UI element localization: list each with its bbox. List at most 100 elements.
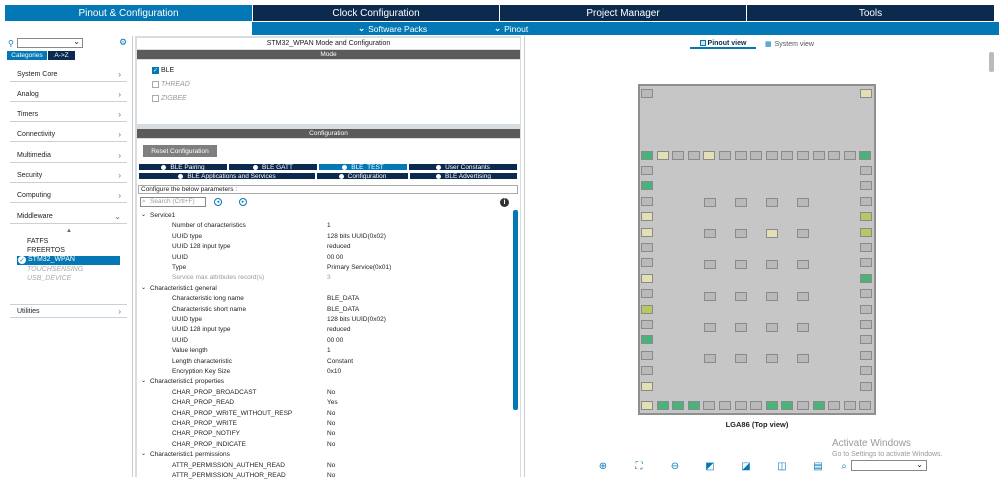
- pin[interactable]: [828, 151, 841, 160]
- category-connectivity[interactable]: Connectivity ›: [10, 128, 127, 142]
- pin[interactable]: [703, 151, 716, 160]
- pin[interactable]: [797, 323, 809, 332]
- pin[interactable]: [641, 151, 653, 160]
- category-utilities[interactable]: Utilities ›: [10, 304, 127, 318]
- pin[interactable]: [719, 401, 731, 410]
- pin[interactable]: [672, 151, 685, 160]
- pin[interactable]: [812, 401, 825, 410]
- pin[interactable]: [672, 401, 685, 410]
- param-row[interactable]: UUID 00 00: [138, 336, 511, 346]
- pin[interactable]: [860, 304, 872, 314]
- param-row[interactable]: UUID 00 00: [138, 253, 511, 263]
- pin[interactable]: [860, 166, 872, 175]
- middleware-touchsensing[interactable]: TOUCHSENSING: [27, 266, 83, 273]
- pin[interactable]: [812, 151, 825, 160]
- zoom-in-icon[interactable]: ⊕: [597, 460, 609, 472]
- pin[interactable]: [860, 366, 872, 376]
- tab-user-constants[interactable]: User Constants: [408, 163, 518, 171]
- tab-ble-applications-services[interactable]: BLE Applications and Services: [138, 172, 316, 180]
- pin[interactable]: [735, 260, 747, 269]
- pin[interactable]: [860, 227, 872, 237]
- pin[interactable]: [765, 151, 778, 160]
- search-icon[interactable]: ⌕: [838, 460, 850, 472]
- category-analog[interactable]: Analog ›: [10, 88, 127, 102]
- pin[interactable]: [765, 401, 778, 410]
- param-row[interactable]: Value length 1: [138, 346, 511, 356]
- right-scrollbar[interactable]: [989, 52, 994, 72]
- pin[interactable]: [734, 151, 747, 160]
- param-row[interactable]: ATTR_PERMISSION_AUTHOR_READ No: [138, 471, 511, 481]
- param-row[interactable]: Characteristic short name BLE_DATA: [138, 305, 511, 315]
- pin[interactable]: [797, 401, 809, 410]
- pin[interactable]: [860, 289, 872, 299]
- pin[interactable]: [704, 198, 716, 207]
- pin[interactable]: [641, 258, 653, 268]
- param-row[interactable]: Characteristic long name BLE_DATA: [138, 294, 511, 304]
- category-multimedia[interactable]: Multimedia ›: [10, 149, 127, 163]
- category-middleware[interactable]: Middleware ⌄: [10, 210, 127, 224]
- middleware-fatfs[interactable]: FATFS: [27, 238, 48, 245]
- param-group[interactable]: ⌄ Characteristic1 general: [138, 284, 511, 294]
- tab-clock-configuration[interactable]: Clock Configuration: [253, 5, 499, 21]
- param-search-input[interactable]: ⌕ Search (Crtl+F): [140, 197, 206, 207]
- tab-a-z[interactable]: A->Z: [48, 51, 75, 60]
- pin[interactable]: [766, 229, 778, 238]
- pin[interactable]: [828, 401, 841, 410]
- rotate-icon[interactable]: ◪: [740, 460, 752, 472]
- pin[interactable]: [734, 401, 747, 410]
- pin[interactable]: [860, 381, 872, 391]
- pin[interactable]: [687, 401, 700, 410]
- thread-checkbox[interactable]: [152, 81, 159, 88]
- pin[interactable]: [641, 243, 653, 252]
- pin[interactable]: [860, 196, 872, 206]
- category-computing[interactable]: Computing ›: [10, 189, 127, 203]
- pin[interactable]: [641, 273, 653, 283]
- pin[interactable]: [860, 273, 872, 283]
- pin[interactable]: [860, 258, 872, 268]
- pin[interactable]: [750, 401, 763, 410]
- pin[interactable]: [656, 151, 669, 160]
- pin[interactable]: [641, 366, 653, 376]
- pin[interactable]: [735, 198, 747, 207]
- param-group[interactable]: ⌄ Characteristic1 properties: [138, 377, 511, 387]
- search-prev-icon[interactable]: ◂: [214, 198, 222, 206]
- param-row[interactable]: CHAR_PROP_BROADCAST No: [138, 388, 511, 398]
- param-row[interactable]: ATTR_PERMISSION_AUTHEN_READ No: [138, 461, 511, 471]
- pin[interactable]: [641, 289, 653, 299]
- pin[interactable]: [860, 320, 872, 329]
- ble-checkbox[interactable]: ✓: [152, 67, 159, 74]
- pin[interactable]: [766, 260, 778, 269]
- pin[interactable]: [797, 292, 809, 301]
- reset-configuration-button[interactable]: Reset Configuration: [143, 145, 217, 157]
- zigbee-checkbox[interactable]: [152, 95, 159, 102]
- param-row[interactable]: UUID 128 input type reduced: [138, 242, 511, 252]
- pin[interactable]: [860, 335, 872, 345]
- pin[interactable]: [703, 401, 716, 410]
- gear-icon[interactable]: ⚙: [119, 37, 127, 48]
- param-row[interactable]: CHAR_PROP_NOTIFY No: [138, 429, 511, 439]
- sort-icon[interactable]: ▲: [66, 228, 72, 234]
- param-row[interactable]: CHAR_PROP_WRITE_WITHOUT_RESP No: [138, 409, 511, 419]
- tab-project-manager[interactable]: Project Manager: [500, 5, 746, 21]
- tab-ble-gatt[interactable]: BLE GATT: [228, 163, 318, 171]
- chevron-down-icon[interactable]: ⌄: [141, 211, 146, 218]
- pin-search-input[interactable]: ⌄: [851, 460, 927, 471]
- chevron-down-icon[interactable]: ⌄: [141, 377, 146, 384]
- pin[interactable]: [781, 151, 794, 160]
- pinout-menu[interactable]: ⌄ Pinout: [494, 23, 528, 34]
- param-row[interactable]: Type Primary Service(0x01): [138, 263, 511, 273]
- chevron-down-icon[interactable]: ⌄: [141, 450, 146, 457]
- export-icon[interactable]: ◩: [704, 460, 716, 472]
- param-row[interactable]: Length characteristic Constant: [138, 357, 511, 367]
- tab-configuration[interactable]: Configuration: [316, 172, 409, 180]
- pin[interactable]: [641, 304, 653, 314]
- split-view-icon[interactable]: ▤: [812, 460, 824, 472]
- pin[interactable]: [860, 243, 872, 252]
- param-group[interactable]: ⌄ Service1: [138, 211, 511, 221]
- param-row[interactable]: CHAR_PROP_WRITE No: [138, 419, 511, 429]
- param-row[interactable]: CHAR_PROP_INDICATE No: [138, 440, 511, 450]
- pin[interactable]: [641, 401, 653, 410]
- param-row[interactable]: UUID 128 input type reduced: [138, 325, 511, 335]
- pin[interactable]: [641, 381, 653, 391]
- pin[interactable]: [641, 212, 653, 222]
